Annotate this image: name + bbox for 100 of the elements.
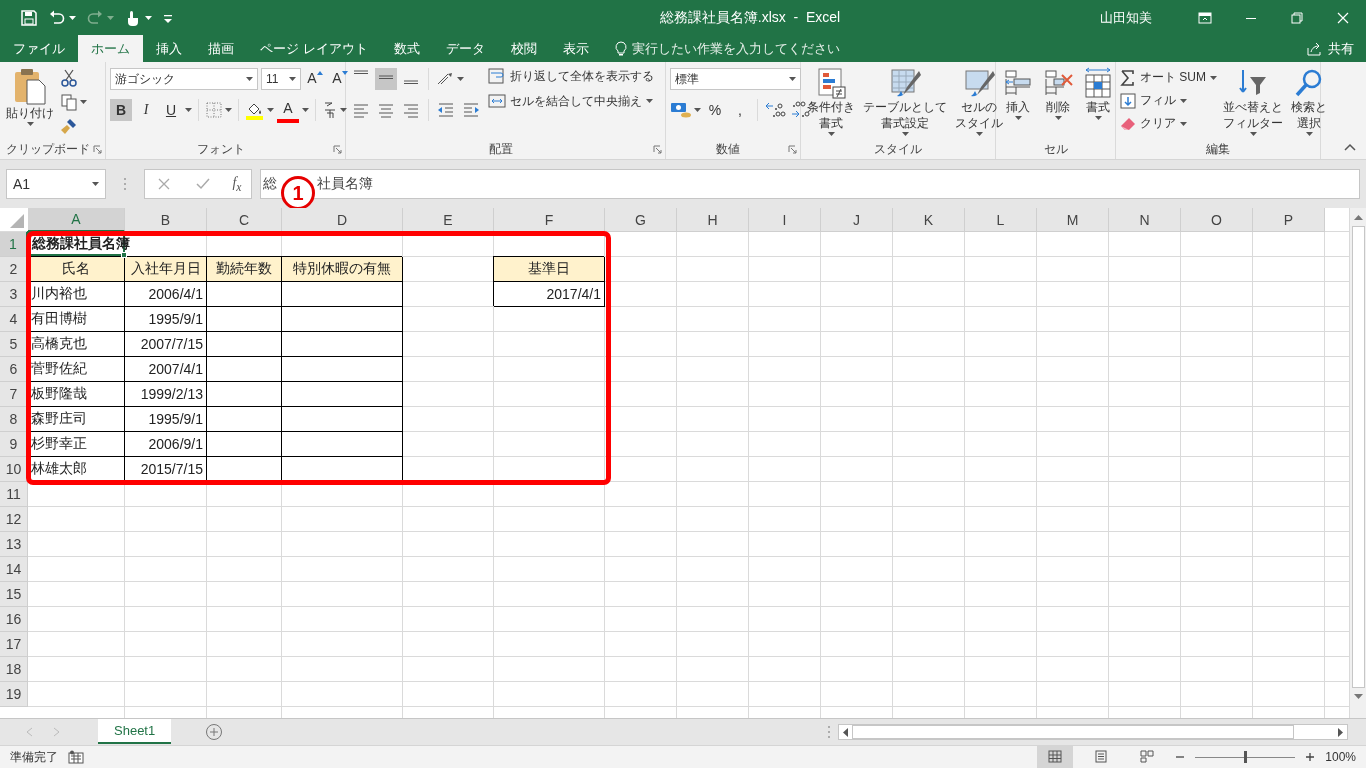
row-header[interactable]: 9 [0,432,28,457]
row-header[interactable]: 10 [0,457,28,482]
caret-icon[interactable] [26,122,34,126]
caret-icon[interactable] [246,77,253,81]
horizontal-scrollbar[interactable] [838,724,1348,740]
tell-me-field[interactable]: 実行したい作業を入力してください [613,35,840,62]
column-header[interactable]: A [28,208,125,232]
caret-icon[interactable] [789,77,796,81]
spreadsheet-cell[interactable]: 菅野佐紀 [28,357,125,382]
format-cells-button[interactable]: 書式 [1080,67,1116,120]
spreadsheet-cell[interactable]: 2006/9/1 [125,432,207,457]
spreadsheet-cell[interactable]: 基準日 [494,257,605,282]
caret-icon[interactable] [289,77,296,81]
column-header[interactable]: E [403,208,494,232]
caret-icon[interactable] [1180,98,1187,103]
merge-center-button[interactable]: セルを結合して中央揃え [488,92,654,110]
table-format-button[interactable]: テーブルとして 書式設定 [861,67,949,136]
column-header[interactable]: G [605,208,677,232]
caret-icon[interactable] [225,108,232,112]
increase-decimal-icon[interactable] [764,100,786,120]
ribbon-tab[interactable]: 表示 [549,35,602,62]
name-box[interactable]: A1 [6,169,106,199]
normal-view-icon[interactable] [1037,746,1074,768]
row-header[interactable]: 15 [0,582,28,607]
row-header[interactable]: 13 [0,532,28,557]
caret-icon[interactable] [1014,116,1022,120]
row-header[interactable]: 4 [0,307,28,332]
caret-icon[interactable] [1305,132,1313,136]
spreadsheet-cell[interactable]: 1995/9/1 [125,407,207,432]
font-color-button[interactable]: A [277,97,299,123]
column-header[interactable]: P [1253,208,1325,232]
caret-icon[interactable] [92,182,99,186]
ribbon-tab[interactable]: 校閲 [497,35,550,62]
scroll-left-icon[interactable] [842,727,848,737]
caret-icon[interactable] [694,108,701,112]
column-header[interactable]: N [1109,208,1181,232]
caret-icon[interactable] [975,132,983,136]
dialog-launcher-icon[interactable] [333,145,342,154]
vertical-scrollbar[interactable] [1349,208,1366,718]
caret-icon[interactable] [267,108,274,112]
caret-icon[interactable] [145,15,152,20]
spreadsheet-cell[interactable]: 板野隆哉 [28,382,125,407]
caret-icon[interactable] [1249,132,1257,136]
scroll-thumb[interactable] [852,725,1294,739]
caret-icon[interactable] [69,15,76,20]
zoom-in-icon[interactable] [1305,752,1316,762]
spreadsheet-cell[interactable]: 2006/4/1 [125,282,207,307]
ribbon-tab[interactable]: 挿入 [143,35,195,62]
font-size-dropdown[interactable]: 11 [261,68,301,90]
delete-cells-button[interactable]: 削除 [1040,67,1076,120]
number-format-dropdown[interactable]: 標準 [670,68,801,90]
column-header[interactable]: F [494,208,605,232]
row-header[interactable]: 11 [0,482,28,507]
paste-button[interactable]: 貼り付け [4,67,56,126]
spreadsheet-cell[interactable]: 杉野幸正 [28,432,125,457]
spreadsheet-cell[interactable]: 1995/9/1 [125,307,207,332]
caret-icon[interactable] [827,132,835,136]
ribbon-tab[interactable]: 描画 [195,35,247,62]
row-header[interactable]: 18 [0,657,28,682]
column-header[interactable]: K [893,208,965,232]
column-header[interactable]: C [207,208,282,232]
brush-icon[interactable] [60,117,78,135]
row-header[interactable]: 17 [0,632,28,657]
shrink-font-button[interactable]: A [329,68,351,90]
spreadsheet-cell[interactable]: 林雄太郎 [28,457,125,482]
italic-button[interactable]: I [135,99,157,121]
currency-icon[interactable] [670,101,692,119]
insert-function-button[interactable]: f$_{x}$ [232,174,242,194]
caret-icon[interactable] [1180,121,1187,126]
row-header[interactable]: 3 [0,282,28,307]
row-header[interactable]: 6 [0,357,28,382]
macro-record-icon[interactable] [68,750,84,764]
scroll-down-icon[interactable] [1353,694,1363,700]
column-header[interactable]: J [821,208,893,232]
spreadsheet-cell[interactable]: 高橋克也 [28,332,125,357]
save-icon[interactable] [20,8,38,27]
spreadsheet-cell[interactable]: 2007/7/15 [125,332,207,357]
conditional-format-button[interactable]: 条件付き 書式 [805,67,857,136]
spreadsheet-cell[interactable]: 入社年月日 [125,257,207,282]
scissors-icon[interactable] [60,69,78,87]
column-header[interactable]: O [1181,208,1253,232]
ribbon-tab[interactable]: 数式 [380,35,433,62]
spreadsheet-cell[interactable]: 有田博樹 [28,307,125,332]
zoom-level[interactable]: 100% [1325,750,1356,764]
row-header[interactable]: 19 [0,682,28,707]
spreadsheet-cell[interactable]: 川内裕也 [28,282,125,307]
clear-button[interactable]: クリア [1120,115,1187,132]
caret-icon[interactable] [185,108,192,112]
row-header[interactable]: 8 [0,407,28,432]
user-name[interactable]: 山田知美 [1100,8,1152,27]
scroll-thumb[interactable] [1351,226,1365,688]
row-header[interactable]: 16 [0,607,28,632]
row-header[interactable]: 14 [0,557,28,582]
fill-handle[interactable] [121,252,127,258]
add-sheet-icon[interactable] [205,723,224,741]
ribbon-tab[interactable]: ファイル [0,35,78,62]
row-header[interactable]: 5 [0,332,28,357]
share-button[interactable]: 共有 [1306,35,1366,62]
dialog-launcher-icon[interactable] [93,145,102,154]
wrap-text-button[interactable]: 折り返して全体を表示する [488,67,654,85]
